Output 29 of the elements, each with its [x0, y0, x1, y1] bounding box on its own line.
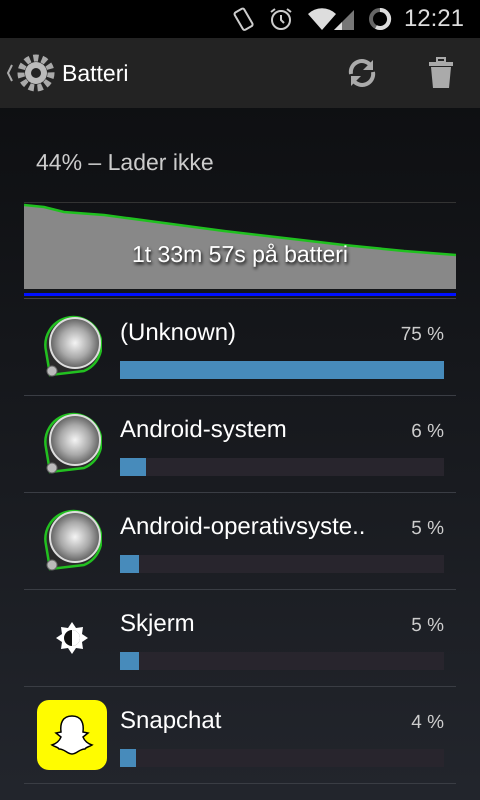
usage-percent: 5 %: [411, 516, 444, 540]
usage-percent: 4 %: [411, 710, 444, 734]
usage-percent: 5 %: [411, 614, 444, 638]
app-usage-row[interactable]: Snapchat 4 %: [24, 686, 456, 784]
app-name: Skjerm: [120, 608, 195, 638]
usage-percent: 75 %: [400, 322, 444, 346]
app-usage-row[interactable]: Android-operativsyste.. 5 %: [24, 492, 456, 590]
signal-icon: [306, 6, 356, 32]
screen-title: Batteri: [62, 58, 128, 88]
back-button[interactable]: Batteri: [4, 51, 128, 95]
app-name: (Unknown): [120, 318, 236, 348]
metal-knob-icon: [42, 412, 102, 476]
app-usage-row[interactable]: Android-system 6 %: [24, 396, 456, 492]
app-name: Snapchat: [120, 706, 222, 736]
metal-knob-icon: [42, 508, 102, 572]
clock-time: 12:21: [404, 4, 464, 34]
phone-vibrate-icon: [232, 6, 256, 32]
app-usage-row[interactable]: Skjerm 5 %: [24, 590, 456, 686]
app-name: Android-operativsyste..: [120, 512, 366, 542]
metal-knob-icon: [42, 314, 102, 378]
ghost-app-icon: [37, 700, 107, 770]
usage-percent: 6 %: [411, 420, 444, 444]
battery-duration-label: 1t 33m 57s på batteri: [132, 240, 348, 269]
app-usage-row[interactable]: (Unknown) 75 %: [24, 298, 456, 396]
app-name: Android-system: [120, 414, 287, 444]
alarm-clock-icon: [268, 6, 294, 32]
battery-status: 44% – Lader ikke: [36, 148, 215, 177]
brightness-icon: [54, 620, 90, 656]
battery-circle-icon: [368, 7, 392, 31]
